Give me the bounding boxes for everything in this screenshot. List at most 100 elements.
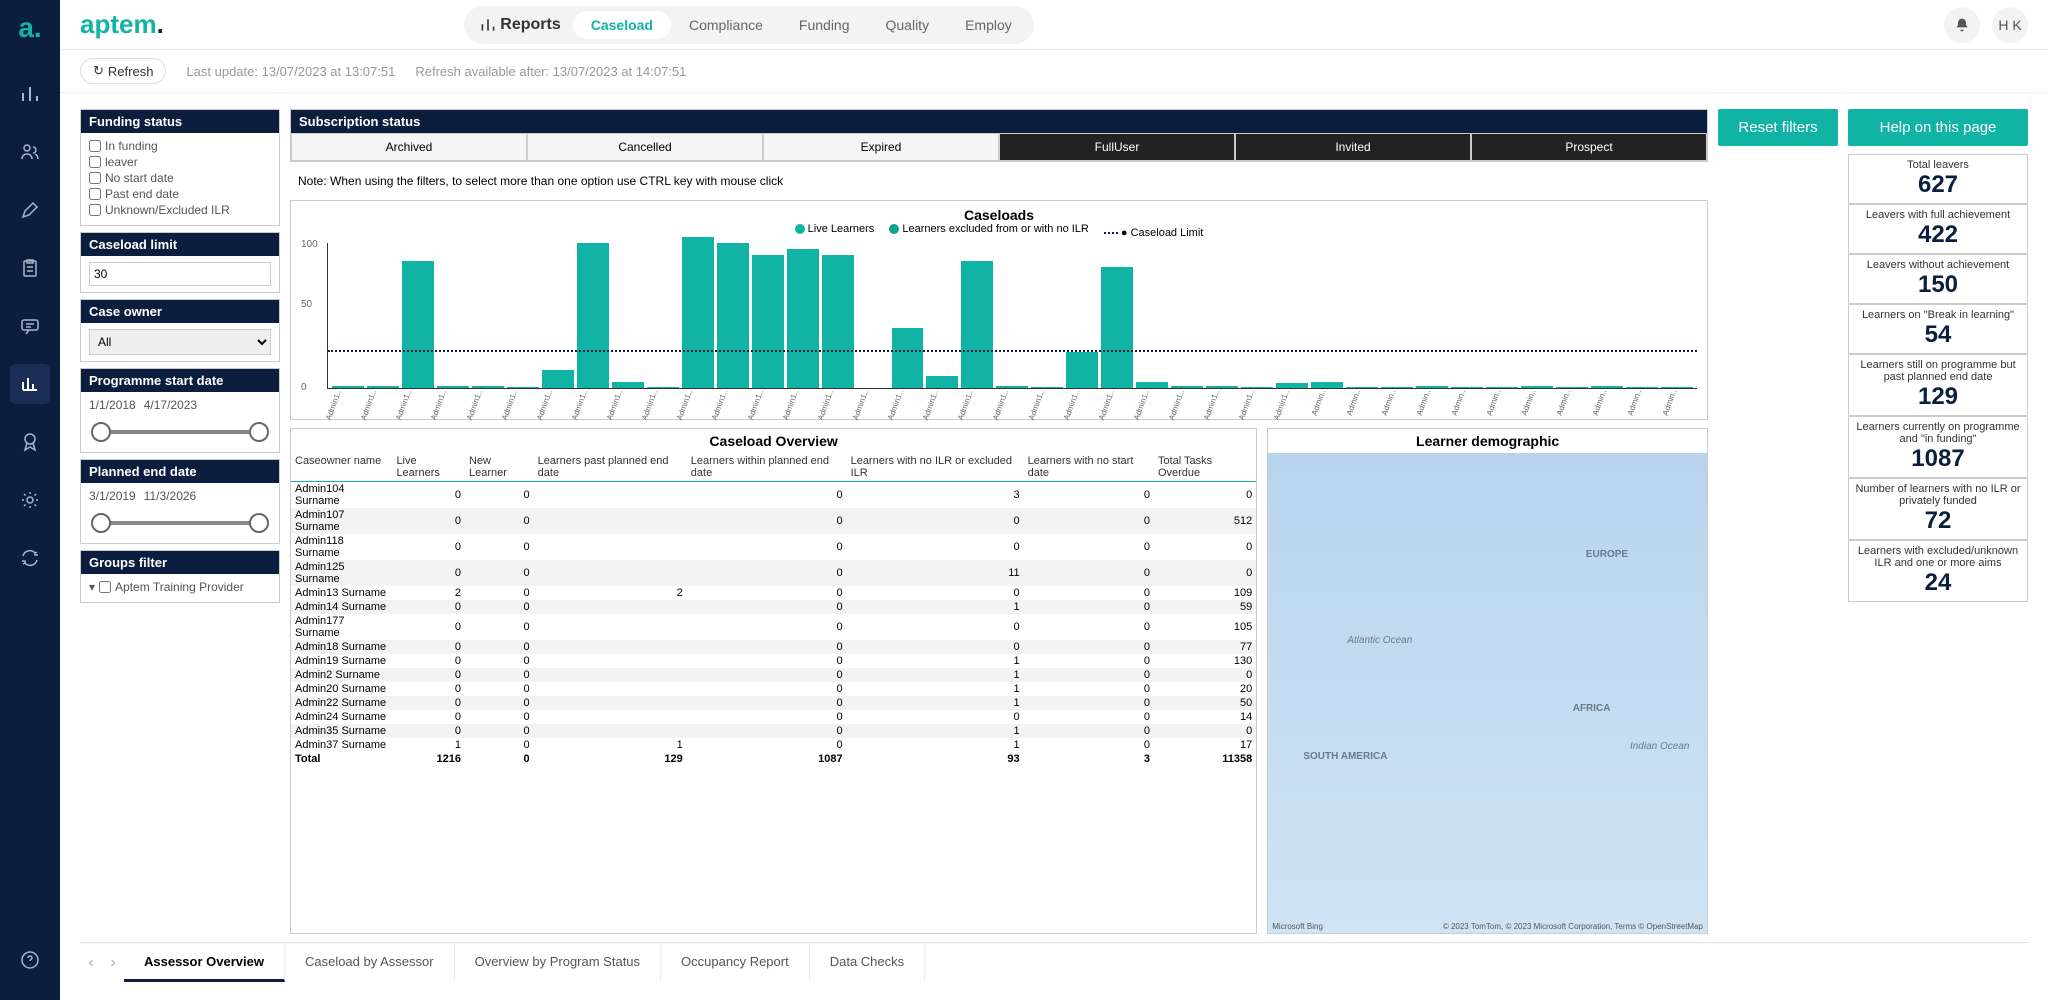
- table-row[interactable]: Admin2 Surname000100: [291, 668, 1256, 682]
- tab-compliance[interactable]: Compliance: [671, 11, 781, 39]
- report-tab[interactable]: Assessor Overview: [124, 944, 285, 982]
- planned-end-slider[interactable]: [89, 507, 271, 537]
- report-tab[interactable]: Caseload by Assessor: [285, 944, 455, 982]
- sync-icon[interactable]: [10, 538, 50, 578]
- table-row[interactable]: Admin125 Surname0001100: [291, 560, 1256, 586]
- chart-bar[interactable]: [1521, 386, 1553, 388]
- funding-option[interactable]: Past end date: [89, 187, 271, 201]
- help-page-button[interactable]: Help on this page: [1848, 109, 2028, 146]
- chart-bar[interactable]: [367, 386, 399, 388]
- dashboard-icon[interactable]: [10, 364, 50, 404]
- chart-bar[interactable]: [1486, 387, 1518, 388]
- sub-status-prospect[interactable]: Prospect: [1471, 133, 1707, 161]
- chart-bar[interactable]: [1451, 387, 1483, 388]
- chart-bar[interactable]: [787, 249, 819, 388]
- table-row[interactable]: Admin177 Surname00000105: [291, 614, 1256, 640]
- chart-bar[interactable]: [1136, 382, 1168, 388]
- chart-bar[interactable]: [332, 386, 364, 388]
- kpi-column: Help on this page Total leavers627Leaver…: [1848, 109, 2028, 934]
- tabs-next-icon[interactable]: ›: [102, 954, 124, 972]
- user-avatar[interactable]: H K: [1992, 7, 2028, 43]
- chat-icon[interactable]: [10, 306, 50, 346]
- tabs-prev-icon[interactable]: ‹: [80, 954, 102, 972]
- chart-bar[interactable]: [1346, 387, 1378, 388]
- bell-icon[interactable]: [1944, 7, 1980, 43]
- table-row[interactable]: Admin14 Surname0001059: [291, 600, 1256, 614]
- clipboard-icon[interactable]: [10, 248, 50, 288]
- pen-icon[interactable]: [10, 190, 50, 230]
- chart-bar[interactable]: [1556, 387, 1588, 388]
- sub-status-fulluser[interactable]: FullUser: [999, 133, 1235, 161]
- report-tabs: ‹ › Assessor OverviewCaseload by Assesso…: [80, 942, 2028, 982]
- chart-bar[interactable]: [717, 243, 749, 388]
- chart-bar[interactable]: [822, 255, 854, 388]
- chart-bar[interactable]: [1381, 387, 1413, 388]
- chart-bar[interactable]: [1206, 386, 1238, 388]
- reset-filters-button[interactable]: Reset filters: [1718, 109, 1838, 146]
- chart-bar[interactable]: [1171, 386, 1203, 388]
- chart-bar[interactable]: [542, 370, 574, 388]
- chart-bar[interactable]: [892, 328, 924, 388]
- table-row[interactable]: Admin13 Surname202000109: [291, 586, 1256, 600]
- table-row[interactable]: Admin19 Surname00010130: [291, 654, 1256, 668]
- caseloads-chart: Caseloads Live Learners Learners exclude…: [290, 200, 1708, 420]
- kpi-card: Leavers without achievement150: [1848, 254, 2028, 304]
- table-row[interactable]: Admin118 Surname000000: [291, 534, 1256, 560]
- table-row[interactable]: Admin107 Surname00000512: [291, 508, 1256, 534]
- report-tab[interactable]: Data Checks: [810, 944, 925, 982]
- case-owner-select[interactable]: All: [89, 329, 271, 355]
- sub-status-archived[interactable]: Archived: [291, 133, 527, 161]
- chart-bar[interactable]: [682, 237, 714, 388]
- chart-bar[interactable]: [926, 376, 958, 388]
- sub-status-invited[interactable]: Invited: [1235, 133, 1471, 161]
- badge-icon[interactable]: [10, 422, 50, 462]
- funding-option[interactable]: No start date: [89, 171, 271, 185]
- groups-filter-item[interactable]: ▾ Aptem Training Provider: [89, 580, 271, 594]
- sub-status-cancelled[interactable]: Cancelled: [527, 133, 763, 161]
- table-row[interactable]: Admin18 Surname0000077: [291, 640, 1256, 654]
- chart-bar[interactable]: [577, 243, 609, 388]
- tab-funding[interactable]: Funding: [781, 11, 868, 39]
- chart-bar[interactable]: [402, 261, 434, 388]
- chart-bar[interactable]: [1031, 387, 1063, 388]
- table-row[interactable]: Admin37 Surname10101017: [291, 738, 1256, 752]
- chart-bar[interactable]: [1661, 387, 1693, 388]
- sub-status-expired[interactable]: Expired: [763, 133, 999, 161]
- chart-bar[interactable]: [1591, 386, 1623, 388]
- help-icon[interactable]: [10, 940, 50, 980]
- kpi-card: Learners with excluded/unknown ILR and o…: [1848, 540, 2028, 602]
- prog-start-slider[interactable]: [89, 416, 271, 446]
- caseload-overview-table: Caseload Overview Caseowner nameLive Lea…: [290, 428, 1257, 934]
- chart-bar[interactable]: [1626, 387, 1658, 388]
- table-row[interactable]: Admin22 Surname0001050: [291, 696, 1256, 710]
- chart-bar[interactable]: [1276, 383, 1308, 388]
- chart-bar[interactable]: [1101, 267, 1133, 388]
- report-tab[interactable]: Occupancy Report: [661, 944, 810, 982]
- chart-bar[interactable]: [752, 255, 784, 388]
- chart-bar[interactable]: [961, 261, 993, 388]
- chart-bar[interactable]: [437, 386, 469, 388]
- funding-option[interactable]: In funding: [89, 139, 271, 153]
- funding-option[interactable]: Unknown/Excluded ILR: [89, 203, 271, 217]
- bar-chart-icon[interactable]: [10, 74, 50, 114]
- users-icon[interactable]: [10, 132, 50, 172]
- refresh-button[interactable]: ↻ Refresh: [80, 58, 166, 84]
- chart-bar[interactable]: [1311, 382, 1343, 388]
- report-tab[interactable]: Overview by Program Status: [455, 944, 661, 982]
- table-row[interactable]: Admin20 Surname0001020: [291, 682, 1256, 696]
- funding-status-header: Funding status: [81, 110, 279, 133]
- tab-quality[interactable]: Quality: [868, 11, 948, 39]
- tab-caseload[interactable]: Caseload: [573, 11, 671, 39]
- kpi-card: Leavers with full achievement422: [1848, 204, 2028, 254]
- gear-icon[interactable]: [10, 480, 50, 520]
- table-row[interactable]: Admin104 Surname000300: [291, 482, 1256, 509]
- tab-employ[interactable]: Employ: [947, 11, 1030, 39]
- chart-bar[interactable]: [612, 382, 644, 388]
- table-row[interactable]: Admin24 Surname0000014: [291, 710, 1256, 724]
- chart-bar[interactable]: [1066, 352, 1098, 388]
- funding-option[interactable]: leaver: [89, 155, 271, 169]
- table-row[interactable]: Admin35 Surname000100: [291, 724, 1256, 738]
- chart-bar[interactable]: [1241, 387, 1273, 388]
- chart-bar[interactable]: [1416, 386, 1448, 388]
- caseload-limit-input[interactable]: [89, 262, 271, 286]
